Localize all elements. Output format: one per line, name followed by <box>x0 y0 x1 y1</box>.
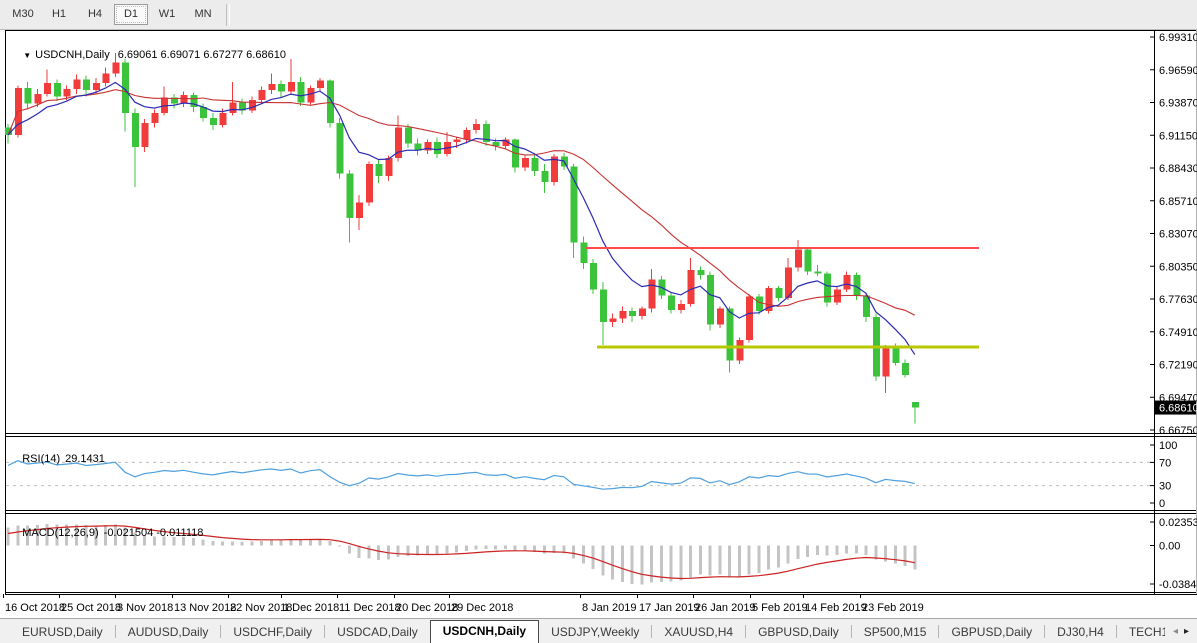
svg-text:30: 30 <box>1159 481 1171 493</box>
svg-text:0.00: 0.00 <box>1159 541 1180 553</box>
svg-text:14 Feb 2019: 14 Feb 2019 <box>805 602 867 614</box>
timeframe-button-w1[interactable]: W1 <box>150 4 184 25</box>
timeframe-button-mn[interactable]: MN <box>186 4 220 25</box>
tab-sp500-m15[interactable]: SP500,M15 <box>852 621 939 643</box>
svg-text:6.74910: 6.74910 <box>1159 327 1197 339</box>
chart-ohlc-values: 6.69061 6.69071 6.67277 6.68610 <box>118 49 286 61</box>
svg-text:16 Oct 2018: 16 Oct 2018 <box>5 602 65 614</box>
svg-text:6.85710: 6.85710 <box>1159 196 1197 208</box>
tab-scroll-arrows: ◂ ▸ <box>1165 627 1197 637</box>
tab-xauusd-h4[interactable]: XAUUSD,H4 <box>652 621 745 643</box>
svg-text:20 Dec 2018: 20 Dec 2018 <box>396 602 458 614</box>
macd-indicator-label: MACD(12,26,9) -0.021504 -0.011118 <box>10 515 203 551</box>
macd-current-values: -0.021504 -0.011118 <box>104 527 204 539</box>
svg-text:6.93870: 6.93870 <box>1159 98 1197 110</box>
timeframe-button-h4[interactable]: H4 <box>78 4 112 25</box>
tab-eurusd-daily[interactable]: EURUSD,Daily <box>10 621 115 643</box>
tab-scroll-right-icon[interactable]: ▸ <box>1184 627 1189 637</box>
svg-text:6.80350: 6.80350 <box>1159 261 1197 273</box>
svg-text:1 Dec 2018: 1 Dec 2018 <box>283 602 339 614</box>
svg-text:6.91150: 6.91150 <box>1159 130 1197 142</box>
terminal-window: M30H1H4D1W1MN 6.99310 6.96590 6.93870 6.911… <box>0 0 1197 643</box>
svg-text:6.83070: 6.83070 <box>1159 229 1197 241</box>
tab-scroll-left-icon[interactable]: ◂ <box>1173 627 1178 637</box>
tab-gbpusd-daily[interactable]: GBPUSD,Daily <box>939 621 1044 643</box>
chart-title: ▼ USDCNH,Daily 6.69061 6.69071 6.67277 6.6… <box>11 37 286 73</box>
svg-text:29 Dec 2018: 29 Dec 2018 <box>451 602 513 614</box>
svg-text:17 Jan 2019: 17 Jan 2019 <box>639 602 700 614</box>
tab-usdcad-daily[interactable]: USDCAD,Daily <box>325 621 430 643</box>
svg-text:11 Dec 2018: 11 Dec 2018 <box>339 602 401 614</box>
svg-text:23 Feb 2019: 23 Feb 2019 <box>862 602 924 614</box>
timeframe-button-d1[interactable]: D1 <box>114 4 148 25</box>
tab-usdjpy-weekly[interactable]: USDJPY,Weekly <box>539 621 651 643</box>
toolbar-separator <box>226 4 230 26</box>
svg-text:6.77630: 6.77630 <box>1159 294 1197 306</box>
macd-indicator-name: MACD(12,26,9) <box>22 527 98 539</box>
timeframe-button-m30[interactable]: M30 <box>6 4 40 25</box>
symbol-tab-bar: EURUSD,DailyAUDUSD,DailyUSDCHF,DailyUSDC… <box>0 618 1197 643</box>
svg-text:13 Nov 2018: 13 Nov 2018 <box>174 602 236 614</box>
tab-gbpusd-daily[interactable]: GBPUSD,Daily <box>746 621 851 643</box>
svg-text:6.66750: 6.66750 <box>1159 425 1197 437</box>
svg-text:6.88430: 6.88430 <box>1159 163 1197 175</box>
svg-text:6.96590: 6.96590 <box>1159 65 1197 77</box>
svg-text:70: 70 <box>1159 457 1171 469</box>
rsi-current-value: 29.1431 <box>65 453 105 465</box>
chart-symbol-label: USDCNH,Daily <box>35 49 110 61</box>
tab-audusd-daily[interactable]: AUDUSD,Daily <box>116 621 221 643</box>
svg-text:6.99310: 6.99310 <box>1159 32 1197 44</box>
tab-usdcnh-daily[interactable]: USDCNH,Daily <box>430 620 539 643</box>
svg-text:100: 100 <box>1159 440 1177 452</box>
chevron-down-icon[interactable]: ▼ <box>23 51 31 60</box>
svg-text:0.023534: 0.023534 <box>1159 517 1197 529</box>
svg-text:-0.038466: -0.038466 <box>1159 579 1197 591</box>
svg-text:25 Oct 2018: 25 Oct 2018 <box>61 602 121 614</box>
tab-usdchf-daily[interactable]: USDCHF,Daily <box>221 621 324 643</box>
svg-text:6.72190: 6.72190 <box>1159 360 1197 372</box>
svg-text:5 Feb 2019: 5 Feb 2019 <box>752 602 808 614</box>
svg-text:6.68610: 6.68610 <box>1159 403 1197 415</box>
symbol-tabs: EURUSD,DailyAUDUSD,DailyUSDCHF,DailyUSDC… <box>0 619 1165 643</box>
tab-tech100-h[interactable]: TECH100,H <box>1117 621 1165 643</box>
rsi-indicator-label: RSI(14) 29.1431 <box>10 441 105 477</box>
svg-text:3 Nov 2018: 3 Nov 2018 <box>117 602 173 614</box>
timeframe-toolbar: M30H1H4D1W1MN <box>0 0 1197 30</box>
svg-text:26 Jan 2019: 26 Jan 2019 <box>695 602 756 614</box>
timeframe-buttons: M30H1H4D1W1MN <box>0 4 220 25</box>
current-price-marker: 6.68610 <box>1155 401 1197 415</box>
svg-text:8 Jan 2019: 8 Jan 2019 <box>582 602 636 614</box>
tab-dj30-h4[interactable]: DJ30,H4 <box>1045 621 1116 643</box>
timeframe-button-h1[interactable]: H1 <box>42 4 76 25</box>
rsi-indicator-name: RSI(14) <box>22 453 60 465</box>
svg-text:0: 0 <box>1159 498 1165 510</box>
